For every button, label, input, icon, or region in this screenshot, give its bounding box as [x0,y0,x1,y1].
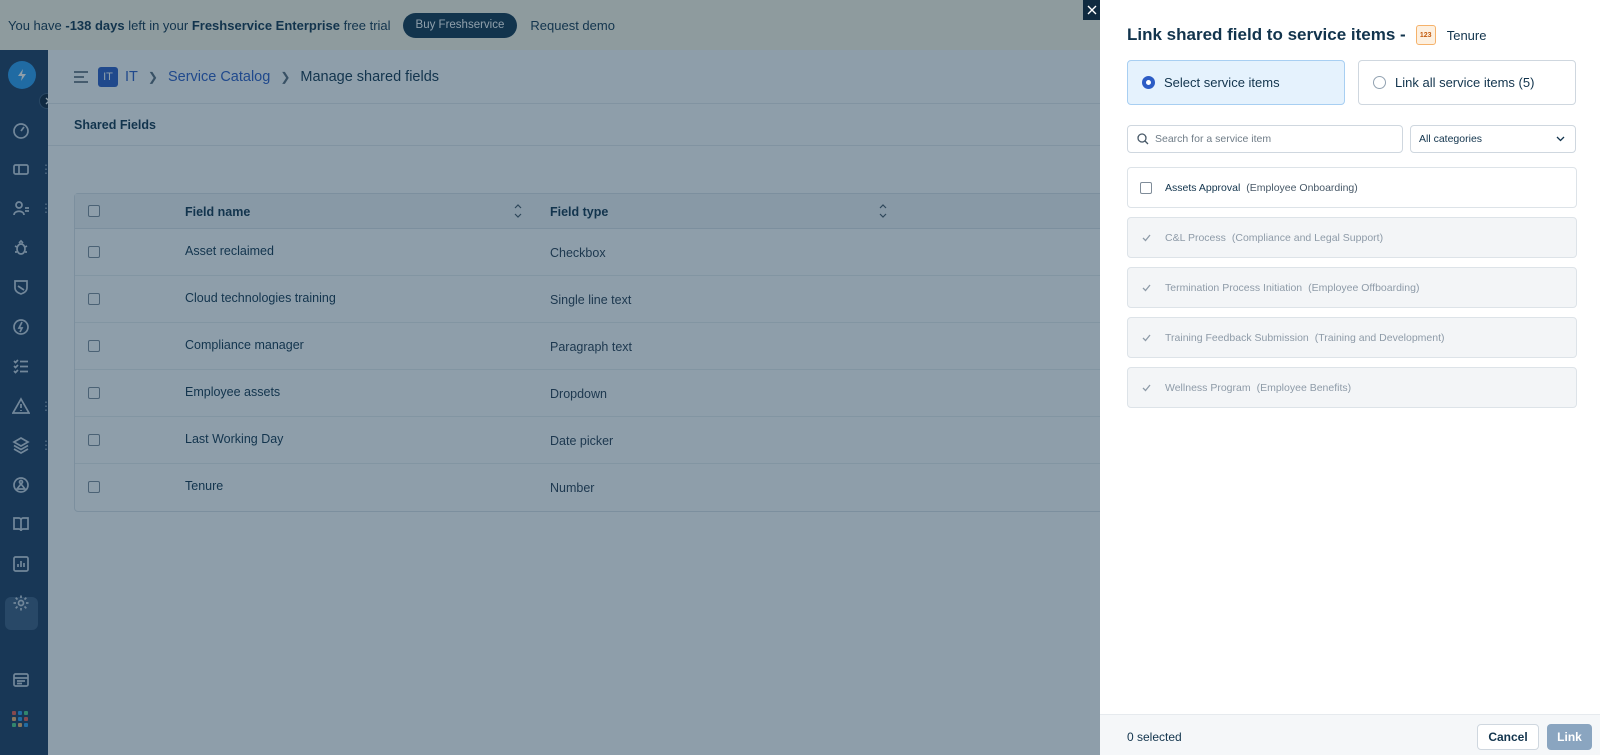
close-icon [1087,5,1097,15]
service-item-category: (Employee Onboarding) [1246,181,1358,194]
search-input[interactable] [1155,133,1385,145]
field-name-label: Tenure [1446,27,1487,43]
checkmark-icon [1140,382,1152,394]
checkmark-icon [1140,332,1152,344]
radio-icon[interactable] [1373,76,1386,89]
selected-count: 0 selected [1127,730,1182,744]
panel-footer: 0 selected Cancel Link [1100,714,1600,755]
close-panel-button[interactable] [1083,0,1101,20]
service-item-category: (Compliance and Legal Support) [1231,231,1384,244]
item-checkbox[interactable] [1140,181,1152,194]
category-filter-select[interactable]: All categories [1410,125,1576,153]
checkmark-icon [1140,232,1152,244]
select-service-items-option[interactable]: Select service items [1127,60,1345,105]
service-item-name: Termination Process Initiation [1165,281,1303,294]
search-icon [1137,133,1149,145]
link-all-service-items-option[interactable]: Link all service items (5) [1358,60,1576,105]
service-item-name: Training Feedback Submission [1165,331,1309,344]
number-field-icon: 123 [1415,25,1436,45]
panel-title: Link shared field to service items - 123… [1127,25,1487,45]
link-shared-field-panel: Link shared field to service items - 123… [1100,0,1600,755]
radio-selected-icon[interactable] [1142,76,1155,89]
cancel-button[interactable]: Cancel [1477,724,1539,750]
service-item-category: (Training and Development) [1314,331,1445,344]
service-item-linked: C&L Process (Compliance and Legal Suppor… [1127,217,1577,258]
checkmark-icon [1140,282,1152,294]
modal-backdrop[interactable] [0,0,1100,755]
service-item-category: (Employee Benefits) [1256,381,1352,394]
service-item-name: Assets Approval [1165,181,1241,194]
link-button[interactable]: Link [1547,724,1592,750]
service-item-linked: Training Feedback Submission (Training a… [1127,317,1577,358]
service-item-category: (Employee Offboarding) [1308,281,1420,294]
service-item-search[interactable] [1127,125,1403,153]
chevron-down-icon [1556,136,1565,142]
service-item-linked: Termination Process Initiation (Employee… [1127,267,1577,308]
service-item[interactable]: Assets Approval (Employee Onboarding) [1127,167,1577,208]
service-item-name: Wellness Program [1165,381,1251,394]
service-item-linked: Wellness Program (Employee Benefits) [1127,367,1577,408]
service-item-name: C&L Process [1165,231,1226,244]
